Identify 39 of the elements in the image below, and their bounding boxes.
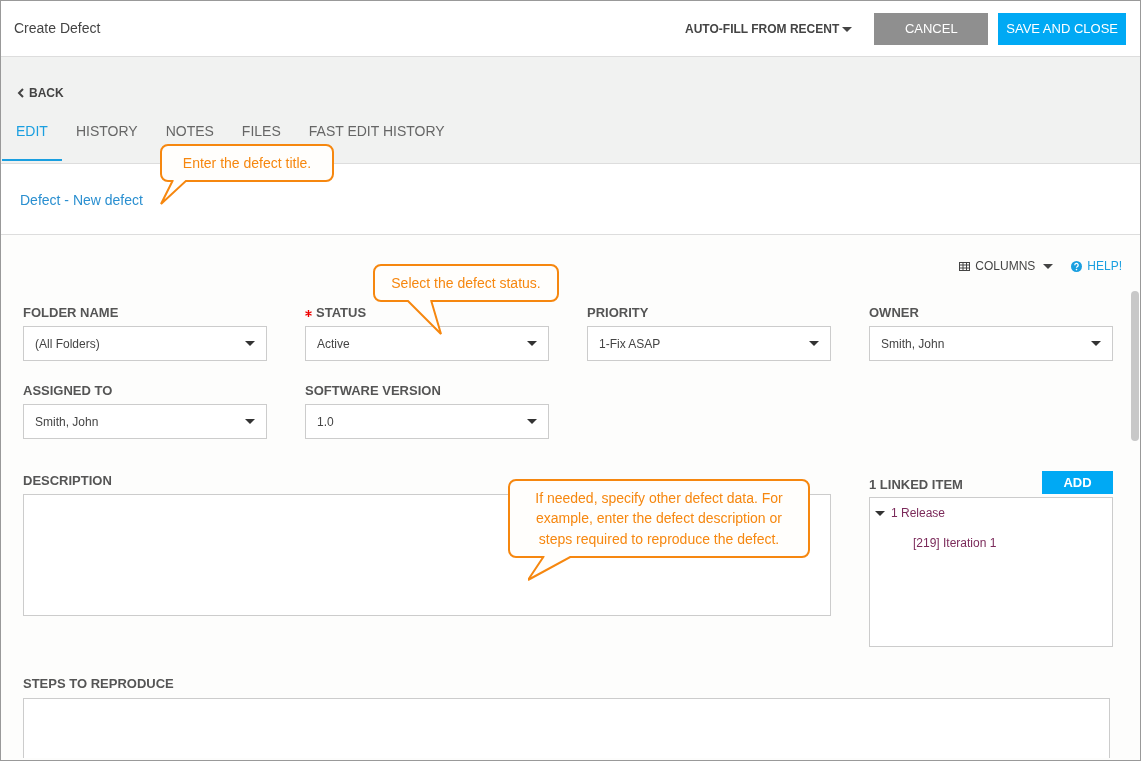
caret-icon: [842, 26, 853, 32]
back-link[interactable]: BACK: [1, 57, 64, 109]
tree-item[interactable]: 1 Release: [891, 504, 946, 522]
record-title[interactable]: Defect - New defect: [20, 192, 143, 208]
tooltip-pointer: [157, 180, 187, 207]
page-title: Create Defect: [14, 19, 101, 38]
field-label: DESCRIPTION: [23, 472, 113, 487]
expanded-caret-icon[interactable]: [875, 510, 885, 516]
caret-icon: [809, 341, 819, 346]
field-label: SOFTWARE VERSION: [305, 383, 441, 398]
field-label: ASSIGNED TO: [23, 383, 113, 398]
help-icon: [1071, 260, 1083, 272]
caret-icon: [1043, 263, 1054, 269]
dropdown-field[interactable]: Smith, John: [23, 404, 267, 439]
caret-icon: [245, 419, 255, 424]
field-label: FOLDER NAME: [23, 305, 119, 320]
grid-icon: [959, 261, 971, 271]
autofill-dropdown[interactable]: AUTO-FILL FROM RECENT: [685, 19, 853, 38]
caret-icon: [245, 341, 255, 346]
dropdown-field[interactable]: Active: [305, 326, 549, 361]
caret-icon: [527, 341, 537, 346]
steps-field[interactable]: [23, 698, 1110, 758]
chevron-left-icon: [17, 87, 24, 98]
tree-item[interactable]: [219] Iteration 1: [913, 536, 997, 550]
field-label: STEPS TO REPRODUCE: [23, 675, 175, 690]
dropdown-field[interactable]: 1.0: [305, 404, 549, 439]
tab[interactable]: HISTORY: [61, 109, 152, 161]
scrollbar-thumb[interactable]: [1131, 291, 1139, 441]
field-label: OWNER: [869, 305, 919, 320]
caret-icon: [527, 419, 537, 424]
caret-icon: [1091, 341, 1101, 346]
field-label: PRIORITY: [587, 305, 649, 320]
dropdown-field[interactable]: Smith, John: [869, 326, 1113, 361]
linked-item-heading: 1 LINKED ITEM: [869, 476, 963, 491]
dropdown-field[interactable]: 1-Fix ASAP: [587, 326, 831, 361]
dropdown-field[interactable]: (All Folders): [23, 326, 267, 361]
field-label: STATUS: [316, 305, 367, 320]
tooltip-pointer: [528, 555, 572, 582]
columns-dropdown[interactable]: COLUMNS: [959, 258, 1054, 274]
